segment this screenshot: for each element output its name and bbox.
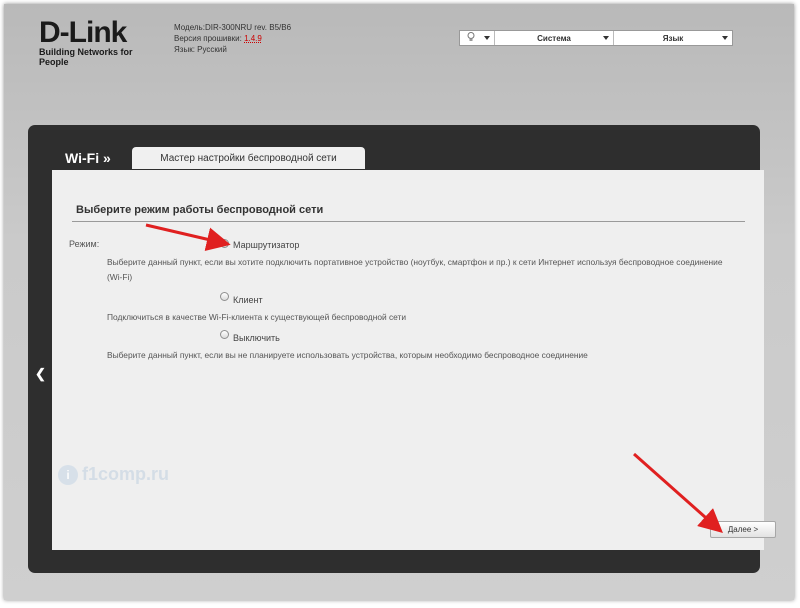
logo-tagline: Building Networks for People	[39, 47, 133, 67]
firmware-value[interactable]: 1.4.9	[244, 34, 262, 43]
chevron-down-icon	[603, 36, 609, 40]
wizard-panel: Wi-Fi » Мастер настройки беспроводной се…	[28, 125, 776, 573]
page-title: Выберите режим работы беспроводной сети	[76, 204, 324, 216]
top-menu: Система Язык	[459, 30, 733, 46]
language-menu-label: Язык	[662, 33, 684, 43]
option-router-desc: Выберите данный пункт, если вы хотите по…	[107, 257, 723, 282]
lightbulb-icon	[467, 31, 475, 45]
model-label: Модель:	[174, 23, 205, 32]
system-menu-label: Система	[537, 33, 571, 43]
system-menu[interactable]: Система	[495, 31, 614, 45]
radio-router[interactable]	[220, 239, 229, 248]
language-label: Язык:	[174, 45, 195, 54]
option-client-desc: Подключиться в качестве Wi-Fi-клиента к …	[107, 312, 407, 322]
mode-label: Режим:	[69, 239, 100, 249]
next-button[interactable]: Далее >	[710, 521, 776, 538]
wifi-icon: i	[58, 465, 78, 486]
language-menu[interactable]: Язык	[614, 31, 732, 45]
option-disable-label[interactable]: Выключить	[233, 333, 280, 343]
screenshot-frame: D-Link Building Networks for People Моде…	[4, 4, 794, 600]
section-breadcrumb[interactable]: Wi-Fi »	[65, 150, 111, 166]
dlink-logo: D-Link Building Networks for People	[39, 16, 164, 68]
option-client-label[interactable]: Клиент	[233, 295, 263, 305]
lamp-menu[interactable]	[460, 31, 495, 45]
option-disable-desc: Выберите данный пункт, если вы не планир…	[107, 350, 588, 360]
firmware-label: Версия прошивки:	[174, 34, 242, 43]
option-router-label[interactable]: Маршрутизатор	[233, 240, 299, 250]
radio-client[interactable]	[220, 292, 229, 301]
tab-wireless-wizard[interactable]: Мастер настройки беспроводной сети	[132, 147, 365, 169]
model-value: DIR-300NRU rev. B5/B6	[204, 23, 292, 32]
watermark: i f1comp.ru	[58, 464, 170, 486]
chevron-down-icon	[722, 36, 728, 40]
divider	[72, 221, 745, 222]
watermark-text: f1comp.ru	[82, 464, 170, 484]
logo-text: D-Link	[39, 16, 127, 49]
device-info: Модель:DIR-300NRU rev. B5/B6 Версия прош…	[174, 22, 291, 55]
chevron-left-icon[interactable]: ❮	[35, 366, 46, 382]
chevron-down-icon	[484, 36, 490, 40]
wizard-content: Выберите режим работы беспроводной сети …	[52, 170, 776, 550]
language-value: Русский	[197, 45, 227, 54]
radio-disable[interactable]	[220, 330, 229, 339]
